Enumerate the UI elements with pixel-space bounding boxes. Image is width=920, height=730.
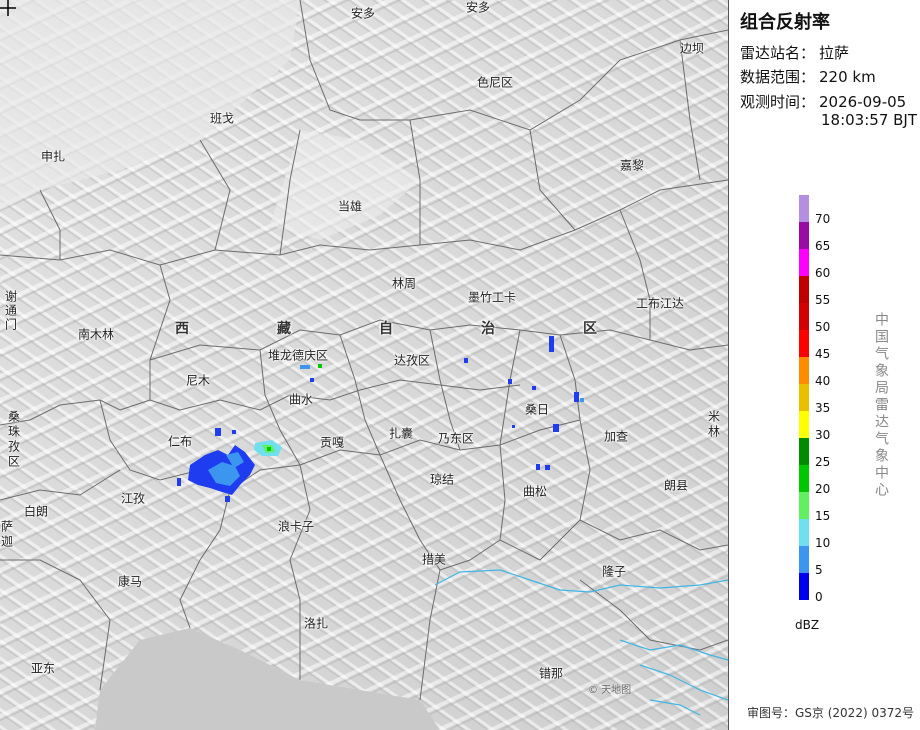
time-clock: 18:03:57 BJT bbox=[821, 111, 918, 129]
time-key: 观测时间： bbox=[740, 93, 816, 111]
place-label: 墨竹工卡 bbox=[467, 290, 517, 305]
legend-swatch bbox=[799, 384, 809, 411]
place-label: 加查 bbox=[603, 429, 629, 444]
region-label: 西 bbox=[175, 321, 191, 337]
place-label: 门 bbox=[4, 317, 18, 332]
legend-tick-label: 5 bbox=[815, 563, 823, 577]
station-value: 拉萨 bbox=[819, 44, 850, 62]
region-label: 区 bbox=[583, 321, 599, 337]
legend-tick-label: 65 bbox=[815, 239, 831, 253]
place-label: 亚东 bbox=[30, 661, 56, 676]
range-key: 数据范围： bbox=[740, 68, 816, 86]
legend-swatch bbox=[799, 438, 809, 465]
place-label: 扎囊 bbox=[388, 426, 414, 441]
legend-tick-label: 55 bbox=[815, 293, 831, 307]
info-panel: 组合反射率 雷达站名： 拉萨 数据范围： 220 km 观测时间： 2026-09-0… bbox=[728, 0, 920, 730]
legend-swatch bbox=[799, 249, 809, 276]
legend-swatch bbox=[799, 573, 809, 600]
place-label: 申扎 bbox=[40, 149, 66, 164]
time-date: 2026-09-05 bbox=[819, 93, 907, 111]
basemap-watermark: © 天地图 bbox=[588, 685, 632, 696]
place-label: 白朗 bbox=[23, 504, 49, 519]
place-label: 工布江达 bbox=[635, 296, 685, 311]
legend-tick-label: 10 bbox=[815, 536, 831, 550]
range-value: 220 km bbox=[819, 68, 876, 86]
place-label: 班戈 bbox=[209, 111, 235, 126]
legend-swatch bbox=[799, 303, 809, 330]
place-label: 曲水 bbox=[288, 392, 314, 407]
place-label: 浪卡子 bbox=[277, 519, 315, 534]
legend-swatch bbox=[799, 519, 809, 546]
place-label: 迦 bbox=[0, 534, 14, 549]
legend-tick-label: 60 bbox=[815, 266, 831, 280]
legend-tick-label: 70 bbox=[815, 212, 831, 226]
legend-swatch bbox=[799, 465, 809, 492]
place-label: 错那 bbox=[538, 666, 564, 681]
legend-swatch bbox=[799, 546, 809, 573]
place-label: 安多 bbox=[350, 6, 376, 21]
terrain-basemap bbox=[0, 0, 728, 730]
place-label: 区 bbox=[7, 454, 21, 469]
place-label: 桑日 bbox=[524, 402, 550, 417]
legend-swatch bbox=[799, 411, 809, 438]
legend-swatch bbox=[799, 330, 809, 357]
region-label: 治 bbox=[481, 321, 497, 337]
place-label: 康马 bbox=[117, 574, 143, 589]
legend-tick-label: 30 bbox=[815, 428, 831, 442]
place-label: 边坝 bbox=[679, 41, 705, 56]
place-label: 尼木 bbox=[185, 373, 211, 388]
place-label: 朗县 bbox=[663, 478, 689, 493]
legend-swatch bbox=[799, 222, 809, 249]
legend-tick-label: 40 bbox=[815, 374, 831, 388]
place-label: 贡嘎 bbox=[319, 435, 345, 450]
place-label: 江孜 bbox=[120, 491, 146, 506]
place-label: 堆龙德庆区 bbox=[267, 348, 329, 363]
station-key: 雷达站名： bbox=[740, 44, 816, 62]
time-row: 观测时间： 2026-09-05 bbox=[740, 91, 906, 112]
legend-swatch bbox=[799, 276, 809, 303]
legend-tick-label: 20 bbox=[815, 482, 831, 496]
place-label: 达孜区 bbox=[393, 353, 431, 368]
legend-swatch bbox=[799, 195, 809, 222]
legend-tick-label: 45 bbox=[815, 347, 831, 361]
legend-tick-label: 0 bbox=[815, 590, 823, 604]
place-label: 洛扎 bbox=[303, 616, 329, 631]
place-label: 曲松 bbox=[522, 484, 548, 499]
place-label: 南木林 bbox=[77, 327, 115, 342]
place-label: 色尼区 bbox=[476, 75, 514, 90]
place-label: 乃东区 bbox=[437, 431, 475, 446]
range-row: 数据范围： 220 km bbox=[740, 66, 876, 87]
legend-tick-label: 35 bbox=[815, 401, 831, 415]
region-label: 自 bbox=[379, 321, 395, 337]
place-label: 安多 bbox=[465, 0, 491, 15]
place-label: 隆子 bbox=[601, 564, 627, 579]
legend-tick-label: 25 bbox=[815, 455, 831, 469]
place-label: 措美 bbox=[421, 552, 447, 567]
organization-label: 中国气象局雷达气象中心 bbox=[873, 312, 889, 499]
legend-unit: dBZ bbox=[795, 618, 820, 632]
region-label: 藏 bbox=[277, 321, 293, 337]
radar-map[interactable]: 安多 安多 边坝 色尼区 班戈 申扎 嘉黎 当雄 林周 墨竹工卡 工布江达 谢 … bbox=[0, 0, 728, 730]
legend-swatch bbox=[799, 492, 809, 519]
product-title: 组合反射率 bbox=[740, 12, 830, 33]
place-label: 琼结 bbox=[429, 472, 455, 487]
station-row: 雷达站名： 拉萨 bbox=[740, 42, 849, 63]
map-approval-number: 审图号：GS京 (2022) 0372号 bbox=[747, 706, 914, 720]
place-label: 林周 bbox=[391, 276, 417, 291]
place-label: 当雄 bbox=[337, 199, 363, 214]
legend-swatch bbox=[799, 357, 809, 384]
place-label: 仁布 bbox=[167, 434, 193, 449]
place-label: 林 bbox=[707, 424, 721, 439]
legend-tick-label: 50 bbox=[815, 320, 831, 334]
radar-site-marker bbox=[0, 0, 16, 16]
place-label: 嘉黎 bbox=[619, 158, 645, 173]
legend-tick-label: 15 bbox=[815, 509, 831, 523]
